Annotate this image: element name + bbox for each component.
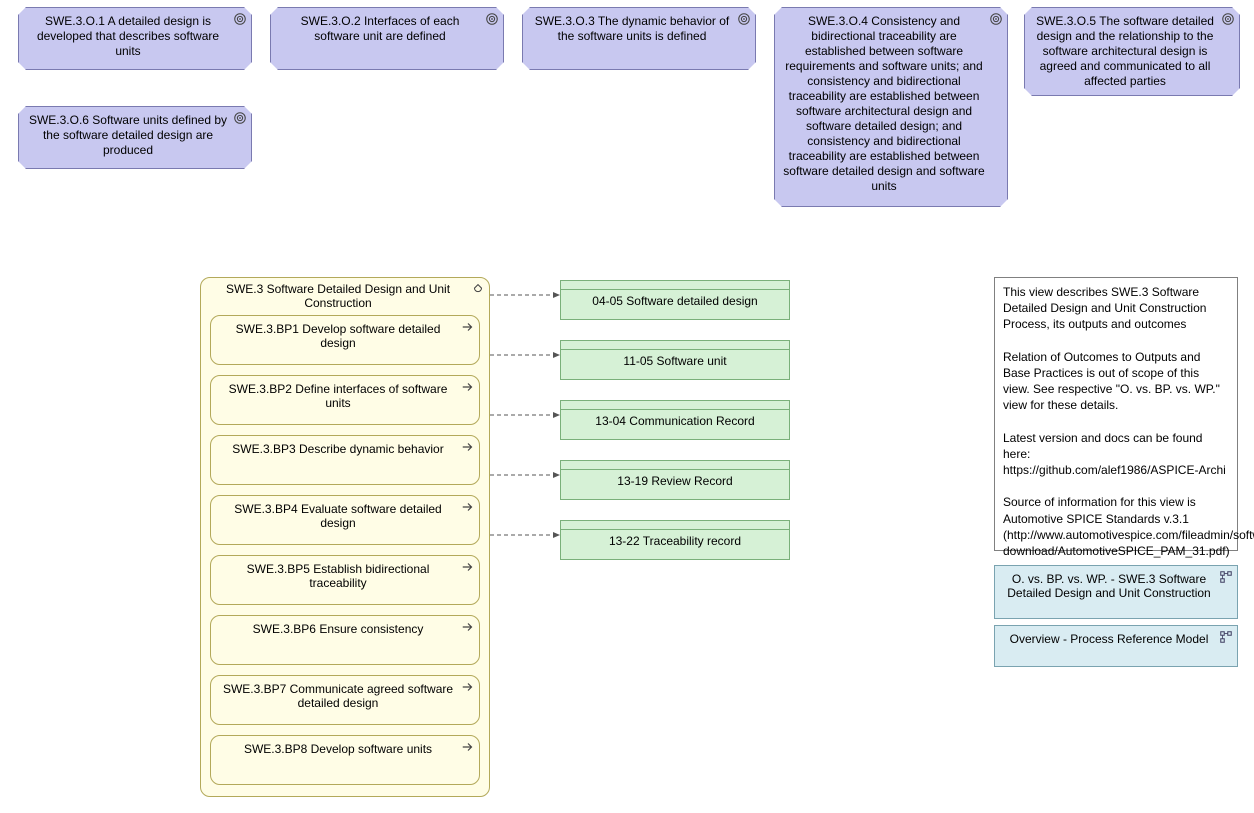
view-link-1[interactable]: O. vs. BP. vs. WP. - SWE.3 Software Deta…: [994, 565, 1238, 619]
arrow-right-icon: [461, 440, 475, 454]
view-link-label: O. vs. BP. vs. WP. - SWE.3 Software Deta…: [1007, 572, 1210, 600]
base-practice-label: SWE.3.BP5 Establish bidirectional tracea…: [247, 562, 430, 590]
base-practice-label: SWE.3.BP4 Evaluate software detailed des…: [234, 502, 441, 530]
view-icon: [1219, 570, 1233, 584]
outcome-3[interactable]: SWE.3.O.3 The dynamic behavior of the so…: [522, 7, 756, 70]
base-practice-7[interactable]: SWE.3.BP7 Communicate agreed software de…: [210, 675, 480, 725]
outcome-1[interactable]: SWE.3.O.1 A detailed design is developed…: [18, 7, 252, 70]
base-practice-2[interactable]: SWE.3.BP2 Define interfaces of software …: [210, 375, 480, 425]
outcome-label: SWE.3.O.3 The dynamic behavior of the so…: [535, 14, 730, 43]
base-practice-label: SWE.3.BP6 Ensure consistency: [253, 622, 424, 636]
output-label: 13-04 Communication Record: [561, 410, 789, 432]
output-label: 13-22 Traceability record: [561, 530, 789, 552]
target-icon: [485, 12, 499, 26]
output-label: 04-05 Software detailed design: [561, 290, 789, 312]
outcome-label: SWE.3.O.1 A detailed design is developed…: [37, 14, 219, 58]
arrow-right-icon: [461, 620, 475, 634]
arrow-right-icon: [461, 560, 475, 574]
outcome-label: SWE.3.O.4 Consistency and bidirectional …: [783, 14, 984, 193]
outcome-5[interactable]: SWE.3.O.5 The software detailed design a…: [1024, 7, 1240, 96]
view-link-2[interactable]: Overview - Process Reference Model: [994, 625, 1238, 667]
target-icon: [233, 12, 247, 26]
arrow-right-icon: [461, 500, 475, 514]
output-label: 13-19 Review Record: [561, 470, 789, 492]
outcome-2[interactable]: SWE.3.O.2 Interfaces of each software un…: [270, 7, 504, 70]
output-header-bar: [561, 521, 789, 530]
capability-title: SWE.3 Software Detailed Design and Unit …: [209, 282, 467, 310]
arrow-right-icon: [461, 680, 475, 694]
base-practice-label: SWE.3.BP2 Define interfaces of software …: [229, 382, 448, 410]
description-note: This view describes SWE.3 Software Detai…: [994, 277, 1238, 551]
outcome-4[interactable]: SWE.3.O.4 Consistency and bidirectional …: [774, 7, 1008, 207]
target-icon: [989, 12, 1003, 26]
base-practice-label: SWE.3.BP3 Describe dynamic behavior: [232, 442, 443, 456]
outcome-label: SWE.3.O.2 Interfaces of each software un…: [301, 14, 460, 43]
output-header-bar: [561, 281, 789, 290]
target-icon: [737, 12, 751, 26]
output-header-bar: [561, 461, 789, 470]
arrow-right-icon: [461, 740, 475, 754]
target-icon: [233, 111, 247, 125]
arrow-right-icon: [461, 380, 475, 394]
base-practice-4[interactable]: SWE.3.BP4 Evaluate software detailed des…: [210, 495, 480, 545]
view-link-label: Overview - Process Reference Model: [1010, 632, 1209, 646]
output-1[interactable]: 04-05 Software detailed design: [560, 280, 790, 320]
base-practice-label: SWE.3.BP8 Develop software units: [244, 742, 432, 756]
outcome-6[interactable]: SWE.3.O.6 Software units defined by the …: [18, 106, 252, 169]
output-5[interactable]: 13-22 Traceability record: [560, 520, 790, 560]
base-practice-1[interactable]: SWE.3.BP1 Develop software detailed desi…: [210, 315, 480, 365]
outcome-label: SWE.3.O.6 Software units defined by the …: [29, 113, 227, 157]
view-icon: [1219, 630, 1233, 644]
output-2[interactable]: 11-05 Software unit: [560, 340, 790, 380]
base-practice-6[interactable]: SWE.3.BP6 Ensure consistency: [210, 615, 480, 665]
output-header-bar: [561, 341, 789, 350]
output-header-bar: [561, 401, 789, 410]
outcome-label: SWE.3.O.5 The software detailed design a…: [1036, 14, 1214, 88]
output-4[interactable]: 13-19 Review Record: [560, 460, 790, 500]
base-practice-label: SWE.3.BP7 Communicate agreed software de…: [223, 682, 453, 710]
target-icon: [1221, 12, 1235, 26]
output-3[interactable]: 13-04 Communication Record: [560, 400, 790, 440]
output-label: 11-05 Software unit: [561, 350, 789, 372]
arrow-right-icon: [461, 320, 475, 334]
base-practice-5[interactable]: SWE.3.BP5 Establish bidirectional tracea…: [210, 555, 480, 605]
base-practice-label: SWE.3.BP1 Develop software detailed desi…: [236, 322, 441, 350]
base-practice-8[interactable]: SWE.3.BP8 Develop software units: [210, 735, 480, 785]
base-practice-3[interactable]: SWE.3.BP3 Describe dynamic behavior: [210, 435, 480, 485]
nest-icon: [471, 282, 485, 296]
